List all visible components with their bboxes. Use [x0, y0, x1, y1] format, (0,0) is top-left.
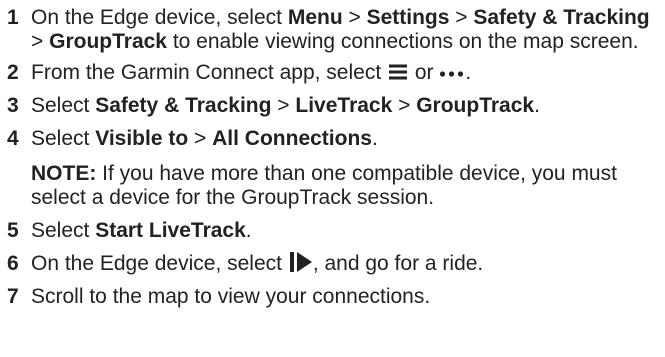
grouptrack-label: GroupTrack — [49, 30, 167, 53]
step-number: 6 — [7, 252, 19, 275]
step-number: 7 — [7, 285, 19, 308]
step-1: 1 On the Edge device, select Menu > Sett… — [7, 6, 665, 54]
step-text: On the Edge device, select Menu > Settin… — [31, 6, 665, 54]
visible-to-label: Visible to — [95, 127, 189, 150]
step-text: Scroll to the map to view your connectio… — [31, 285, 431, 308]
step-number: 3 — [7, 94, 19, 117]
start-play-icon — [289, 252, 312, 272]
step-text-segment: On the Edge device, select — [31, 252, 288, 275]
path-separator: > — [392, 94, 417, 117]
path-separator: > — [188, 127, 213, 150]
step-text-segment: On the Edge device, select — [31, 6, 288, 29]
step-text-segment: From the Garmin Connect app, select — [31, 61, 387, 84]
step-number: 5 — [7, 219, 19, 242]
safety-tracking-label: Safety & Tracking — [473, 6, 650, 29]
note-block: NOTE: If you have more than one compatib… — [7, 162, 665, 210]
step-text: On the Edge device, select , and go for … — [31, 252, 665, 276]
settings-label: Settings — [366, 6, 450, 29]
step-number: 4 — [7, 127, 19, 150]
step-text-segment: or — [409, 61, 440, 84]
step-text-segment: . — [534, 94, 540, 117]
step-text-segment: to enable viewing connections on the map… — [166, 30, 639, 53]
step-text: Select Start LiveTrack. — [31, 219, 665, 243]
start-livetrack-label: Start LiveTrack — [95, 219, 246, 242]
grouptrack-label: GroupTrack — [416, 94, 535, 117]
livetrack-label: LiveTrack — [295, 94, 393, 117]
menu-label: Menu — [287, 6, 343, 29]
step-text-segment: Select — [31, 127, 96, 150]
step-text-segment: . — [465, 61, 472, 84]
step-text: Select Visible to > All Connections. — [31, 127, 665, 151]
hamburger-menu-icon — [389, 64, 407, 80]
step-number: 1 — [7, 6, 19, 29]
note-text: If you have more than one compatible dev… — [31, 162, 617, 209]
step-text: Select Safety & Tracking > LiveTrack > G… — [31, 94, 665, 118]
safety-tracking-label: Safety & Tracking — [95, 94, 272, 117]
path-separator: > — [31, 30, 50, 53]
step-text: From the Garmin Connect app, select or . — [31, 61, 665, 85]
all-connections-label: All Connections — [212, 127, 372, 150]
more-dots-icon — [440, 71, 464, 77]
step-5: 5 Select Start LiveTrack. — [7, 219, 665, 243]
note-label: NOTE: — [31, 162, 97, 185]
step-number: 2 — [7, 61, 19, 84]
step-text-segment: , and go for a ride. — [312, 252, 484, 275]
path-separator: > — [271, 94, 296, 117]
step-3: 3 Select Safety & Tracking > LiveTrack >… — [7, 94, 665, 118]
path-separator: > — [342, 6, 367, 29]
step-6: 6 On the Edge device, select , and go fo… — [7, 252, 665, 276]
step-text-segment: . — [371, 127, 378, 150]
step-2: 2 From the Garmin Connect app, select or… — [7, 61, 665, 85]
step-7: 7 Scroll to the map to view your connect… — [7, 285, 665, 309]
instructions-document: 1 On the Edge device, select Menu > Sett… — [0, 0, 665, 357]
path-separator: > — [449, 6, 474, 29]
step-text-segment: Select — [31, 219, 96, 242]
step-4: 4 Select Visible to > All Connections. — [7, 127, 665, 151]
step-text-segment: . — [245, 219, 252, 242]
step-text-segment: Select — [31, 94, 96, 117]
